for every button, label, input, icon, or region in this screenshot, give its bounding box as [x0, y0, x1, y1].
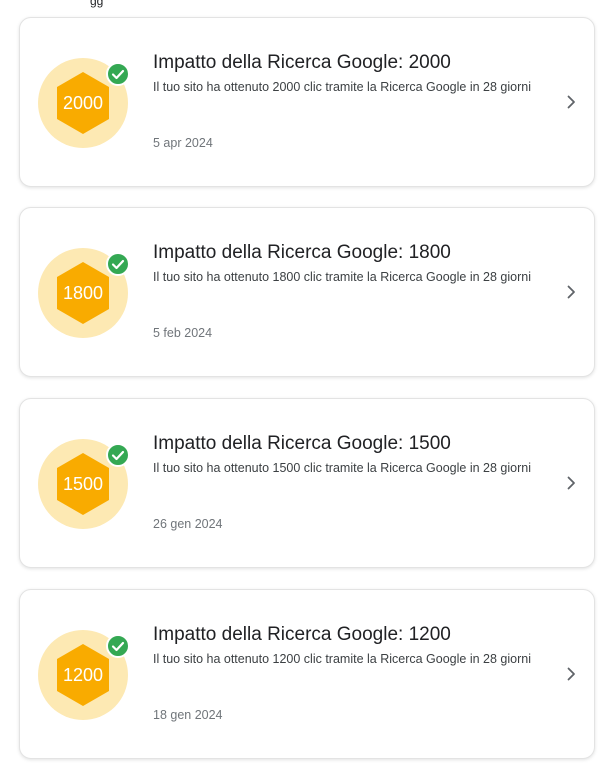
- achievement-title: Impatto della Ricerca Google: 2000: [153, 52, 451, 73]
- achievement-card[interactable]: 2000 Impatto della Ricerca Google: 2000 …: [19, 17, 595, 187]
- achievement-title: Impatto della Ricerca Google: 1200: [153, 624, 451, 645]
- chevron-right-icon[interactable]: [562, 665, 580, 683]
- achievement-description: Il tuo sito ha ottenuto 2000 clic tramit…: [153, 80, 531, 94]
- achievement-date: 18 gen 2024: [153, 708, 223, 722]
- achievement-description: Il tuo sito ha ottenuto 1500 clic tramit…: [153, 461, 531, 475]
- milestone-badge: 2000: [38, 58, 130, 148]
- check-circle-icon: [106, 252, 130, 276]
- achievement-date: 5 apr 2024: [153, 136, 213, 150]
- achievement-date: 26 gen 2024: [153, 517, 223, 531]
- check-circle-icon: [106, 443, 130, 467]
- achievements-list: gg 2000 Impatto della Ricerca Google: 20…: [0, 0, 613, 766]
- achievement-description: Il tuo sito ha ottenuto 1800 clic tramit…: [153, 270, 531, 284]
- check-circle-icon: [106, 634, 130, 658]
- chevron-right-icon[interactable]: [562, 283, 580, 301]
- achievement-title: Impatto della Ricerca Google: 1500: [153, 433, 451, 454]
- check-circle-icon: [106, 62, 130, 86]
- achievement-card[interactable]: 1500 Impatto della Ricerca Google: 1500 …: [19, 398, 595, 568]
- achievement-card[interactable]: 1200 Impatto della Ricerca Google: 1200 …: [19, 589, 595, 759]
- achievement-card[interactable]: 1800 Impatto della Ricerca Google: 1800 …: [19, 207, 595, 377]
- achievement-date: 5 feb 2024: [153, 326, 213, 340]
- clipped-heading-text: gg: [90, 0, 104, 8]
- milestone-badge: 1200: [38, 630, 130, 720]
- achievement-title: Impatto della Ricerca Google: 1800: [153, 242, 451, 263]
- milestone-badge: 1500: [38, 439, 130, 529]
- achievement-description: Il tuo sito ha ottenuto 1200 clic tramit…: [153, 652, 531, 666]
- chevron-right-icon[interactable]: [562, 93, 580, 111]
- chevron-right-icon[interactable]: [562, 474, 580, 492]
- milestone-badge: 1800: [38, 248, 130, 338]
